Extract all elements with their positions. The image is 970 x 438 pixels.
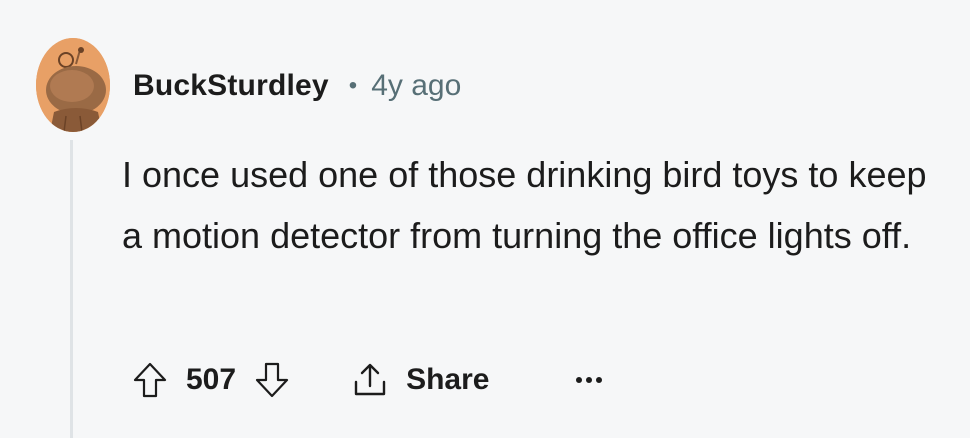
share-upload-icon [354,363,386,396]
vote-score: 507 [186,363,237,396]
more-options-button[interactable] [575,375,603,385]
thread-line[interactable] [70,140,73,438]
snoo-avatar-icon [36,38,110,132]
share-label: Share [406,363,490,396]
share-button[interactable]: Share [350,360,489,400]
ellipsis-horizontal-icon [576,377,603,383]
downvote-button[interactable] [254,360,290,400]
comment-body: I once used one of those drinking bird t… [122,154,927,256]
comment: BuckSturdley • 4y ago I once used one of… [0,0,970,438]
avatar[interactable] [36,38,110,132]
upvote-button[interactable] [132,360,168,400]
meta-separator: • [348,72,358,99]
author-username[interactable]: BuckSturdley [133,69,329,103]
comment-meta: BuckSturdley • 4y ago [133,64,461,108]
arrow-down-outline-icon [255,362,289,398]
arrow-up-outline-icon [133,362,167,398]
comment-age[interactable]: 4y ago [371,69,461,103]
comment-actions: 507 Share [132,356,603,404]
